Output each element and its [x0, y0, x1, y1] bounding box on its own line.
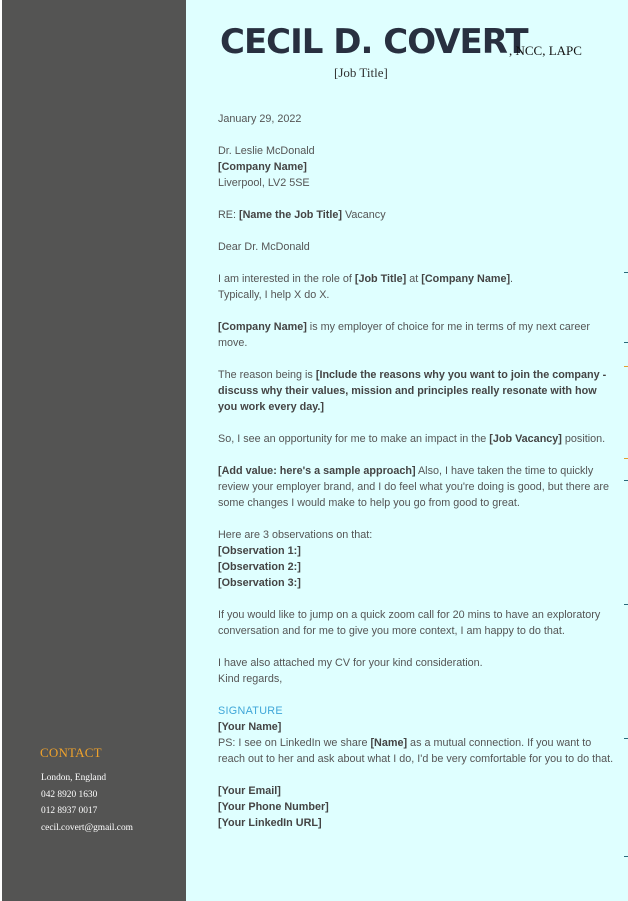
your-name: [Your Name] — [218, 721, 282, 733]
paragraph-5: [Add value: here's a sample approach] Al… — [218, 465, 609, 509]
sidebar: CONTACT London, England 042 8920 1630 01… — [2, 0, 186, 901]
your-linkedin: [Your LinkedIn URL] — [218, 817, 322, 829]
contact-heading: CONTACT — [40, 745, 102, 760]
closing: I have also attached my CV for your kind… — [218, 657, 483, 685]
observations: Here are 3 observations on that: [Observ… — [218, 527, 618, 591]
contact-placeholders: [Your Email] [Your Phone Number] [Your L… — [218, 783, 618, 831]
applicant-name: CECIL D. COVERT — [220, 22, 529, 62]
paragraph-2: [Company Name] is my employer of choice … — [218, 321, 591, 349]
letter-date: January 29, 2022 — [218, 113, 302, 125]
paragraph-4: So, I see an opportunity for me to make … — [218, 433, 606, 445]
salutation: Dear Dr. McDonald — [218, 241, 310, 253]
edge-mark — [624, 738, 628, 739]
signature-block: SIGNATURE [Your Name] PS: I see on Linke… — [218, 705, 614, 765]
recipient-name: Dr. Leslie McDonald — [218, 145, 315, 157]
contact-email: cecil.covert@gmail.com — [41, 823, 133, 834]
contact-details: London, England 042 8920 1630 012 8937 0… — [41, 770, 133, 837]
contact-phone-2: 012 8937 0017 — [41, 806, 98, 817]
letter-body: January 29, 2022 Dr. Leslie McDonald [Co… — [218, 111, 618, 847]
contact-phone-1: 042 8920 1630 — [41, 789, 98, 800]
paragraph-6: If you would like to jump on a quick zoo… — [218, 609, 601, 637]
observation-2: [Observation 2:] — [218, 561, 301, 573]
paragraph-1: I am interested in the role of [Job Titl… — [218, 273, 514, 301]
recipient-company: [Company Name] — [218, 161, 307, 173]
letter-page: CECIL D. COVERT , NCC, LAPC [Job Title] … — [186, 0, 628, 901]
edge-mark — [624, 272, 628, 273]
observation-1: [Observation 1:] — [218, 545, 301, 557]
applicant-credentials: , NCC, LAPC — [509, 43, 582, 58]
edge-mark — [624, 458, 628, 459]
recipient-address: Liverpool, LV2 5SE — [218, 177, 310, 189]
paragraph-3: The reason being is [Include the reasons… — [218, 369, 607, 413]
edge-mark — [624, 604, 628, 605]
observation-3: [Observation 3:] — [218, 577, 301, 589]
edge-mark — [624, 480, 628, 481]
re-line: RE: [Name the Job Title] Vacancy — [218, 209, 386, 221]
your-phone: [Your Phone Number] — [218, 801, 329, 813]
observations-intro: Here are 3 observations on that: — [218, 529, 373, 541]
edge-mark — [624, 366, 628, 367]
applicant-job-title: [Job Title] — [334, 65, 388, 80]
contact-location: London, England — [41, 773, 107, 783]
edge-mark — [624, 342, 628, 343]
recipient-block: Dr. Leslie McDonald [Company Name] Liver… — [218, 143, 618, 191]
your-email: [Your Email] — [218, 785, 281, 797]
edge-mark — [624, 856, 628, 857]
signature-label: SIGNATURE — [218, 705, 283, 717]
